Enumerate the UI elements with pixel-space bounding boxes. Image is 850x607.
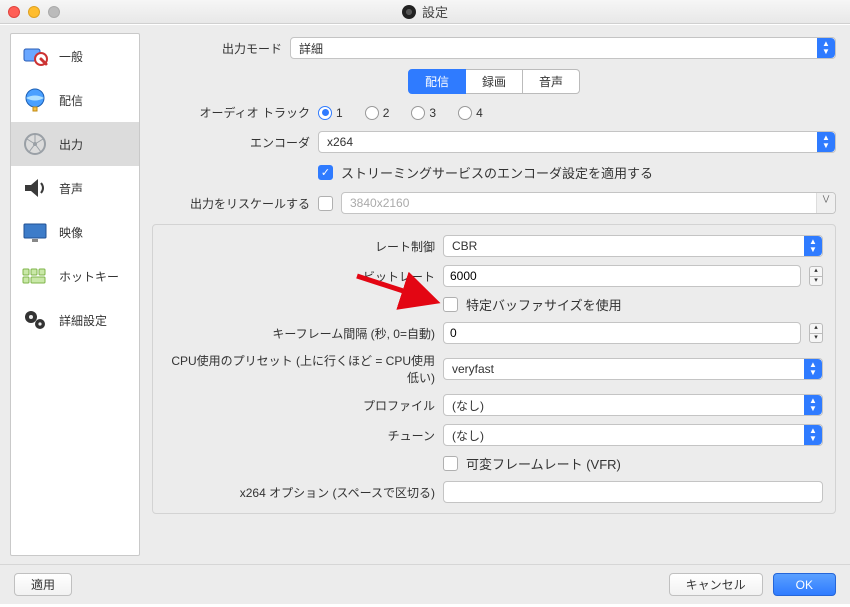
audio-track-row: オーディオ トラック 1 2 3 4 (152, 104, 836, 121)
general-icon (19, 42, 51, 70)
output-mode-label: 出力モード (152, 40, 282, 57)
tab-audio[interactable]: 音声 (523, 69, 580, 94)
audio-track-4[interactable]: 4 (458, 106, 483, 120)
encoder-label: エンコーダ (152, 134, 310, 151)
sidebar-item-label: 出力 (59, 136, 83, 153)
encoder-select[interactable]: x264 ▲▼ (318, 131, 836, 153)
custom-buffer-label: 特定バッファサイズを使用 (466, 295, 622, 314)
video-icon (19, 218, 51, 246)
sidebar-item-stream[interactable]: 配信 (11, 78, 139, 122)
dialog-footer: 適用 キャンセル OK (0, 564, 850, 604)
cpu-preset-select[interactable]: veryfast ▲▼ (443, 358, 823, 380)
custom-buffer-checkbox[interactable] (443, 297, 458, 312)
tune-select[interactable]: (なし) ▲▼ (443, 424, 823, 446)
sidebar-item-video[interactable]: 映像 (11, 210, 139, 254)
enforce-encoder-checkbox[interactable]: ✓ (318, 165, 333, 180)
vfr-label: 可変フレームレート (VFR) (466, 454, 621, 473)
audio-track-label: オーディオ トラック (152, 104, 310, 121)
bitrate-input[interactable] (443, 265, 801, 287)
enforce-encoder-row: ✓ ストリーミングサービスのエンコーダ設定を適用する (152, 163, 836, 182)
advanced-icon (19, 306, 51, 334)
x264opts-input[interactable] (443, 481, 823, 503)
stream-icon (19, 86, 51, 114)
keyframe-input[interactable] (443, 322, 801, 344)
audio-icon (19, 174, 51, 202)
vfr-checkbox[interactable] (443, 456, 458, 471)
sidebar-item-output[interactable]: 出力 (11, 122, 139, 166)
bitrate-label: ビットレート (165, 268, 435, 285)
profile-label: プロファイル (165, 397, 435, 414)
keyframe-stepper[interactable]: ▴▾ (809, 323, 823, 343)
titlebar: 設定 (0, 0, 850, 24)
rescale-checkbox[interactable] (318, 196, 333, 211)
rescale-placeholder: 3840x2160 (350, 196, 409, 210)
rate-control-select[interactable]: CBR ▲▼ (443, 235, 823, 257)
profile-value: (なし) (452, 397, 484, 414)
output-icon (19, 130, 51, 158)
output-mode-select[interactable]: 詳細 ▲▼ (290, 37, 836, 59)
window-title-text: 設定 (422, 2, 448, 21)
tune-label: チューン (165, 427, 435, 444)
tune-value: (なし) (452, 427, 484, 444)
sidebar-item-label: 詳細設定 (59, 312, 107, 329)
output-mode-row: 出力モード 詳細 ▲▼ (152, 37, 836, 59)
output-mode-value: 詳細 (299, 40, 323, 57)
audio-track-3[interactable]: 3 (411, 106, 436, 120)
keyframe-label: キーフレーム間隔 (秒, 0=自動) (165, 325, 435, 342)
rate-control-label: レート制御 (165, 238, 435, 255)
tab-streaming[interactable]: 配信 (408, 69, 466, 94)
output-tabs: 配信 録画 音声 (152, 69, 836, 94)
rescale-select[interactable]: 3840x2160 ⋁ (341, 192, 836, 214)
sidebar-item-label: ホットキー (59, 268, 119, 285)
audio-track-radios: 1 2 3 4 (318, 106, 483, 120)
tab-recording[interactable]: 録画 (466, 69, 523, 94)
profile-select[interactable]: (なし) ▲▼ (443, 394, 823, 416)
sidebar-item-label: 配信 (59, 92, 83, 109)
x264opts-label: x264 オプション (スペースで区切る) (165, 484, 435, 501)
rate-control-value: CBR (452, 239, 477, 253)
sidebar-item-hotkeys[interactable]: ホットキー (11, 254, 139, 298)
audio-track-2[interactable]: 2 (365, 106, 390, 120)
sidebar-item-general[interactable]: 一般 (11, 34, 139, 78)
encoder-row: エンコーダ x264 ▲▼ (152, 131, 836, 153)
cpu-preset-label: CPU使用のプリセット (上に行くほど = CPU使用低い) (165, 352, 435, 386)
apply-button[interactable]: 適用 (14, 573, 72, 596)
rescale-row: 出力をリスケールする 3840x2160 ⋁ (152, 192, 836, 214)
encoder-value: x264 (327, 135, 353, 149)
window-title: 設定 (0, 2, 850, 21)
enforce-encoder-label: ストリーミングサービスのエンコーダ設定を適用する (341, 163, 653, 182)
sidebar-item-audio[interactable]: 音声 (11, 166, 139, 210)
bitrate-stepper[interactable]: ▴▾ (809, 266, 823, 286)
cancel-button[interactable]: キャンセル (669, 573, 763, 596)
sidebar-item-label: 音声 (59, 180, 83, 197)
encoder-settings-panel: レート制御 CBR ▲▼ ビットレート ▴▾ (152, 224, 836, 514)
sidebar-item-label: 一般 (59, 48, 83, 65)
cpu-preset-value: veryfast (452, 362, 494, 376)
rescale-label: 出力をリスケールする (152, 195, 310, 212)
main-panel: 出力モード 詳細 ▲▼ 配信 録画 音声 オーディオ トラック 1 2 3 4 (140, 25, 850, 564)
sidebar-item-advanced[interactable]: 詳細設定 (11, 298, 139, 342)
hotkeys-icon (19, 262, 51, 290)
audio-track-1[interactable]: 1 (318, 106, 343, 120)
obs-app-icon (402, 5, 416, 19)
sidebar-item-label: 映像 (59, 224, 83, 241)
settings-sidebar: 一般 配信 出力 音声 映像 (10, 33, 140, 556)
ok-button[interactable]: OK (773, 573, 836, 596)
